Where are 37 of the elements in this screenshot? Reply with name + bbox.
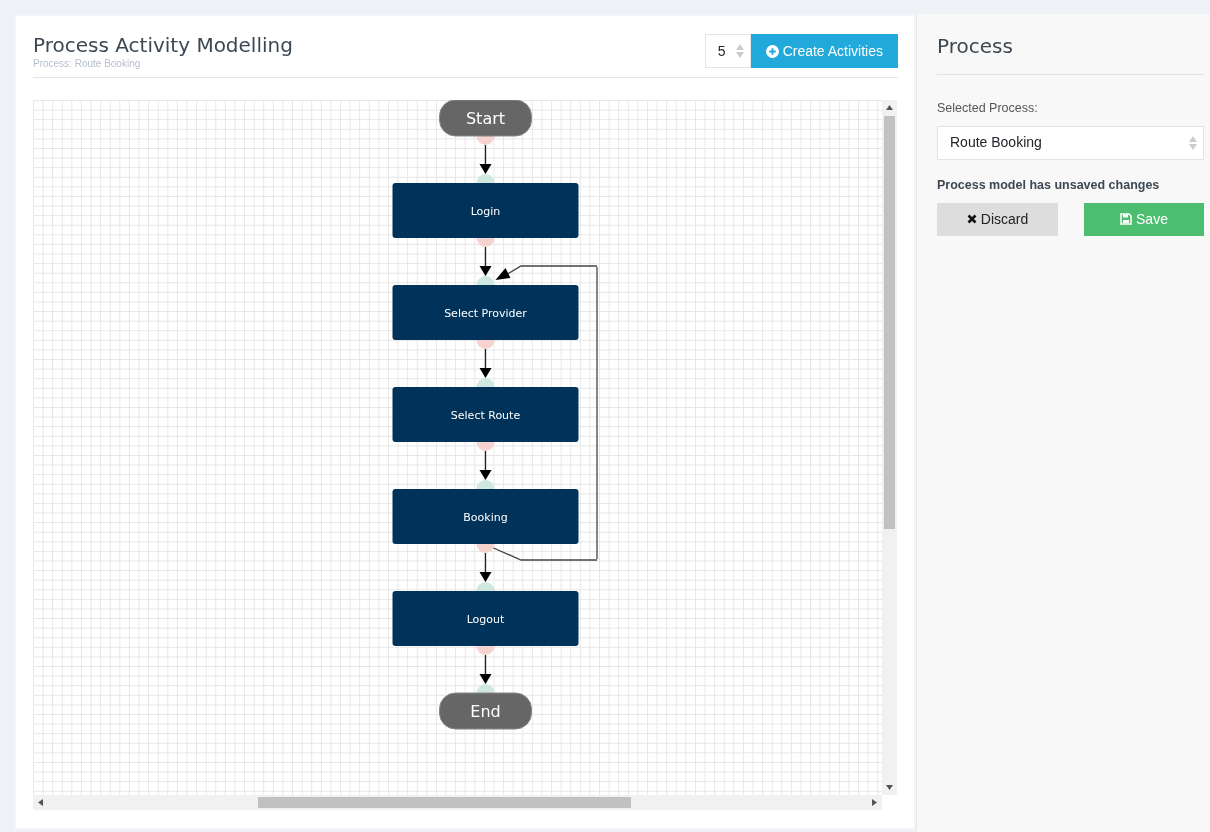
connector-arrow bbox=[479, 144, 492, 174]
output-port bbox=[476, 544, 495, 553]
activity-node[interactable]: Booking bbox=[392, 489, 579, 544]
activity-node[interactable]: Login bbox=[392, 183, 579, 238]
vertical-scrollbar[interactable] bbox=[882, 100, 897, 795]
horizontal-scrollbar[interactable] bbox=[33, 795, 882, 810]
process-select[interactable]: Route Booking bbox=[937, 125, 1204, 160]
output-port bbox=[476, 442, 495, 451]
discard-button[interactable]: Discard bbox=[937, 202, 1058, 236]
sidebar-title: Process bbox=[937, 34, 1204, 75]
activity-node[interactable]: Select Route bbox=[392, 387, 579, 442]
connector-arrow bbox=[479, 246, 492, 276]
activity-node[interactable]: Logout bbox=[392, 591, 579, 646]
input-port bbox=[476, 582, 495, 591]
output-port bbox=[476, 340, 495, 349]
terminal-node[interactable]: End bbox=[439, 692, 532, 730]
spinner-icon bbox=[1189, 135, 1197, 150]
page-title: Process Activity Modelling bbox=[33, 34, 293, 56]
plus-circle-icon bbox=[765, 44, 779, 58]
number-field[interactable]: 5 bbox=[704, 34, 751, 68]
connector-arrow bbox=[479, 348, 492, 378]
output-port bbox=[476, 646, 495, 655]
connector-arrow bbox=[479, 450, 492, 480]
spinner-icon bbox=[735, 44, 744, 58]
field-label: Selected Process: bbox=[937, 100, 1039, 117]
input-port bbox=[476, 378, 495, 387]
connector-arrow bbox=[479, 654, 492, 684]
unsaved-notice: Process model has unsaved changes bbox=[937, 176, 1161, 194]
terminal-node[interactable]: Start bbox=[439, 100, 532, 137]
activity-node[interactable]: Select Provider bbox=[392, 285, 579, 340]
page-subtitle: Process: Route Booking bbox=[33, 57, 142, 71]
close-icon bbox=[966, 214, 977, 224]
input-port bbox=[476, 480, 495, 489]
connector-arrow bbox=[479, 552, 492, 582]
input-port bbox=[476, 174, 495, 183]
input-port bbox=[476, 276, 495, 285]
output-port bbox=[476, 238, 495, 247]
